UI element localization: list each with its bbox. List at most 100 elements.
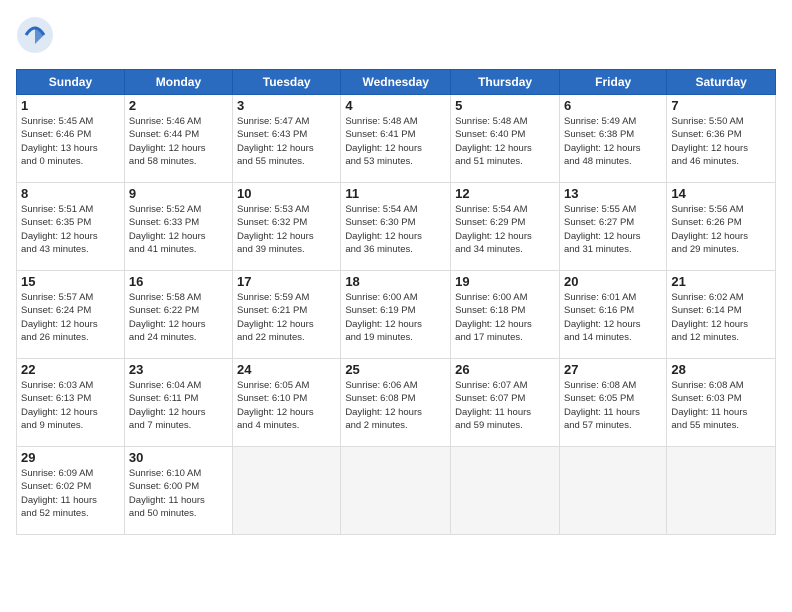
calendar-day-13: 13 Sunrise: 5:55 AM Sunset: 6:27 PM Dayli… <box>559 183 666 271</box>
day-info: Sunrise: 6:07 AM Sunset: 6:07 PM Dayligh… <box>455 379 555 432</box>
day-number: 27 <box>564 362 662 377</box>
calendar-day-16: 16 Sunrise: 5:58 AM Sunset: 6:22 PM Dayli… <box>124 271 232 359</box>
calendar-day-3: 3Sunrise: 5:47 AM Sunset: 6:43 PM Daylig… <box>233 95 341 183</box>
day-info: Sunrise: 6:06 AM Sunset: 6:08 PM Dayligh… <box>345 379 446 432</box>
calendar-week-1: 8 Sunrise: 5:51 AM Sunset: 6:35 PM Daylig… <box>17 183 776 271</box>
day-number: 4 <box>345 98 446 113</box>
calendar-day-15: 15 Sunrise: 5:57 AM Sunset: 6:24 PM Dayli… <box>17 271 125 359</box>
header <box>16 16 776 59</box>
calendar-day-7: 7 Sunrise: 5:50 AM Sunset: 6:36 PM Daylig… <box>667 95 776 183</box>
day-info: Sunrise: 6:04 AM Sunset: 6:11 PM Dayligh… <box>129 379 228 432</box>
day-info: Sunrise: 6:03 AM Sunset: 6:13 PM Dayligh… <box>21 379 120 432</box>
day-number: 15 <box>21 274 120 289</box>
calendar-day-1: 1 Sunrise: 5:45 AM Sunset: 6:46 PM Daylig… <box>17 95 125 183</box>
day-info: Sunrise: 5:49 AM Sunset: 6:38 PM Dayligh… <box>564 115 662 168</box>
calendar-table: SundayMondayTuesdayWednesdayThursdayFrid… <box>16 69 776 535</box>
day-number: 6 <box>564 98 662 113</box>
day-info: Sunrise: 5:46 AM Sunset: 6:44 PM Dayligh… <box>129 115 228 168</box>
logo <box>16 16 58 59</box>
day-number: 10 <box>237 186 336 201</box>
day-info: Sunrise: 6:09 AM Sunset: 6:02 PM Dayligh… <box>21 467 120 520</box>
day-info: Sunrise: 5:48 AM Sunset: 6:41 PM Dayligh… <box>345 115 446 168</box>
day-number: 24 <box>237 362 336 377</box>
calendar-day-17: 17 Sunrise: 5:59 AM Sunset: 6:21 PM Dayli… <box>233 271 341 359</box>
day-number: 28 <box>671 362 771 377</box>
calendar-day-5: 5 Sunrise: 5:48 AM Sunset: 6:40 PM Daylig… <box>451 95 560 183</box>
day-info: Sunrise: 5:54 AM Sunset: 6:29 PM Dayligh… <box>455 203 555 256</box>
day-number: 5 <box>455 98 555 113</box>
calendar-day-14: 14 Sunrise: 5:56 AM Sunset: 6:26 PM Dayli… <box>667 183 776 271</box>
day-number: 21 <box>671 274 771 289</box>
day-number: 7 <box>671 98 771 113</box>
day-number: 23 <box>129 362 228 377</box>
calendar-day-20: 20Sunrise: 6:01 AM Sunset: 6:16 PM Dayli… <box>559 271 666 359</box>
day-info: Sunrise: 6:01 AM Sunset: 6:16 PM Dayligh… <box>564 291 662 344</box>
day-number: 13 <box>564 186 662 201</box>
calendar-day-empty-4-6 <box>667 447 776 535</box>
day-info: Sunrise: 5:52 AM Sunset: 6:33 PM Dayligh… <box>129 203 228 256</box>
day-info: Sunrise: 5:59 AM Sunset: 6:21 PM Dayligh… <box>237 291 336 344</box>
day-info: Sunrise: 6:10 AM Sunset: 6:00 PM Dayligh… <box>129 467 228 520</box>
day-info: Sunrise: 6:08 AM Sunset: 6:03 PM Dayligh… <box>671 379 771 432</box>
calendar-day-25: 25 Sunrise: 6:06 AM Sunset: 6:08 PM Dayli… <box>341 359 451 447</box>
calendar-day-27: 27 Sunrise: 6:08 AM Sunset: 6:05 PM Dayli… <box>559 359 666 447</box>
calendar-day-8: 8 Sunrise: 5:51 AM Sunset: 6:35 PM Daylig… <box>17 183 125 271</box>
weekday-header-sunday: Sunday <box>17 70 125 95</box>
day-number: 29 <box>21 450 120 465</box>
weekday-header-saturday: Saturday <box>667 70 776 95</box>
day-info: Sunrise: 5:48 AM Sunset: 6:40 PM Dayligh… <box>455 115 555 168</box>
weekday-header-row: SundayMondayTuesdayWednesdayThursdayFrid… <box>17 70 776 95</box>
calendar-day-19: 19Sunrise: 6:00 AM Sunset: 6:18 PM Dayli… <box>451 271 560 359</box>
calendar-day-empty-4-5 <box>559 447 666 535</box>
day-info: Sunrise: 6:02 AM Sunset: 6:14 PM Dayligh… <box>671 291 771 344</box>
calendar-day-22: 22Sunrise: 6:03 AM Sunset: 6:13 PM Dayli… <box>17 359 125 447</box>
day-number: 16 <box>129 274 228 289</box>
weekday-header-thursday: Thursday <box>451 70 560 95</box>
day-info: Sunrise: 5:51 AM Sunset: 6:35 PM Dayligh… <box>21 203 120 256</box>
calendar-week-3: 22Sunrise: 6:03 AM Sunset: 6:13 PM Dayli… <box>17 359 776 447</box>
calendar-day-9: 9 Sunrise: 5:52 AM Sunset: 6:33 PM Daylig… <box>124 183 232 271</box>
day-info: Sunrise: 5:50 AM Sunset: 6:36 PM Dayligh… <box>671 115 771 168</box>
day-info: Sunrise: 5:54 AM Sunset: 6:30 PM Dayligh… <box>345 203 446 256</box>
day-number: 17 <box>237 274 336 289</box>
day-info: Sunrise: 5:55 AM Sunset: 6:27 PM Dayligh… <box>564 203 662 256</box>
calendar-week-0: 1 Sunrise: 5:45 AM Sunset: 6:46 PM Daylig… <box>17 95 776 183</box>
day-info: Sunrise: 6:00 AM Sunset: 6:19 PM Dayligh… <box>345 291 446 344</box>
calendar-day-10: 10 Sunrise: 5:53 AM Sunset: 6:32 PM Dayli… <box>233 183 341 271</box>
calendar-day-11: 11 Sunrise: 5:54 AM Sunset: 6:30 PM Dayli… <box>341 183 451 271</box>
day-number: 14 <box>671 186 771 201</box>
day-info: Sunrise: 5:56 AM Sunset: 6:26 PM Dayligh… <box>671 203 771 256</box>
calendar-day-empty-4-4 <box>451 447 560 535</box>
weekday-header-tuesday: Tuesday <box>233 70 341 95</box>
day-number: 25 <box>345 362 446 377</box>
calendar-week-2: 15 Sunrise: 5:57 AM Sunset: 6:24 PM Dayli… <box>17 271 776 359</box>
weekday-header-friday: Friday <box>559 70 666 95</box>
calendar-day-29: 29 Sunrise: 6:09 AM Sunset: 6:02 PM Dayli… <box>17 447 125 535</box>
calendar-day-28: 28 Sunrise: 6:08 AM Sunset: 6:03 PM Dayli… <box>667 359 776 447</box>
logo-icon <box>16 16 54 54</box>
day-info: Sunrise: 5:53 AM Sunset: 6:32 PM Dayligh… <box>237 203 336 256</box>
day-info: Sunrise: 5:58 AM Sunset: 6:22 PM Dayligh… <box>129 291 228 344</box>
weekday-header-monday: Monday <box>124 70 232 95</box>
calendar-day-26: 26 Sunrise: 6:07 AM Sunset: 6:07 PM Dayli… <box>451 359 560 447</box>
day-number: 11 <box>345 186 446 201</box>
day-number: 1 <box>21 98 120 113</box>
day-info: Sunrise: 5:47 AM Sunset: 6:43 PM Dayligh… <box>237 115 336 168</box>
day-number: 9 <box>129 186 228 201</box>
day-number: 2 <box>129 98 228 113</box>
calendar-day-4: 4 Sunrise: 5:48 AM Sunset: 6:41 PM Daylig… <box>341 95 451 183</box>
day-number: 26 <box>455 362 555 377</box>
calendar-day-30: 30Sunrise: 6:10 AM Sunset: 6:00 PM Dayli… <box>124 447 232 535</box>
calendar-day-12: 12 Sunrise: 5:54 AM Sunset: 6:29 PM Dayli… <box>451 183 560 271</box>
calendar-day-2: 2 Sunrise: 5:46 AM Sunset: 6:44 PM Daylig… <box>124 95 232 183</box>
day-number: 12 <box>455 186 555 201</box>
day-number: 18 <box>345 274 446 289</box>
day-info: Sunrise: 6:08 AM Sunset: 6:05 PM Dayligh… <box>564 379 662 432</box>
day-info: Sunrise: 6:05 AM Sunset: 6:10 PM Dayligh… <box>237 379 336 432</box>
day-number: 8 <box>21 186 120 201</box>
calendar-day-23: 23 Sunrise: 6:04 AM Sunset: 6:11 PM Dayli… <box>124 359 232 447</box>
day-info: Sunrise: 5:45 AM Sunset: 6:46 PM Dayligh… <box>21 115 120 168</box>
calendar-day-21: 21 Sunrise: 6:02 AM Sunset: 6:14 PM Dayli… <box>667 271 776 359</box>
calendar-day-empty-4-2 <box>233 447 341 535</box>
day-info: Sunrise: 5:57 AM Sunset: 6:24 PM Dayligh… <box>21 291 120 344</box>
